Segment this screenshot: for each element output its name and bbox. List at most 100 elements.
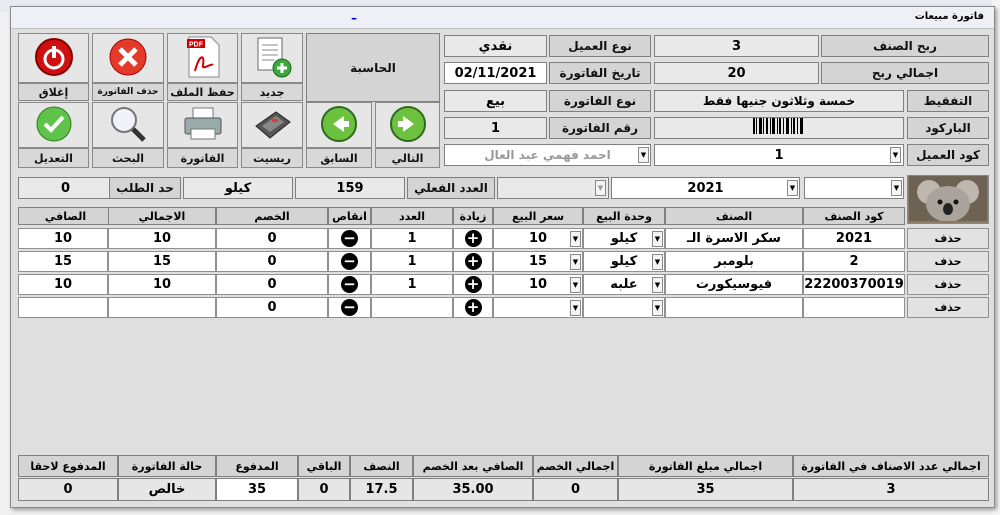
cell-discount[interactable]: 0	[216, 251, 328, 272]
next-button[interactable]	[375, 102, 440, 148]
cell-net[interactable]: 10	[18, 228, 108, 249]
previous-button[interactable]	[306, 102, 372, 148]
invoice-total-label: اجمالي مبلغ الفاتورة	[618, 455, 793, 477]
new-label[interactable]: جديد	[241, 83, 303, 101]
decrease-button[interactable]: −	[328, 228, 371, 249]
cell-total[interactable]	[108, 297, 216, 318]
minus-icon: −	[341, 299, 358, 316]
total-profit-value: 20	[654, 62, 819, 84]
invoice-type-value: بيع	[444, 90, 547, 112]
customer-name-select[interactable]: احمد فهمي عبد العال	[444, 144, 651, 166]
receipt-button[interactable]	[241, 102, 303, 148]
cell-code[interactable]: 22200370019	[803, 274, 905, 295]
next-label[interactable]: التالي	[375, 148, 440, 168]
printer-icon	[181, 105, 225, 146]
cell-item[interactable]	[665, 297, 803, 318]
chevron-down-icon[interactable]: ▼	[570, 254, 581, 270]
increase-button[interactable]: +	[453, 274, 493, 295]
cell-net[interactable]	[18, 297, 108, 318]
cell-total[interactable]: 10	[108, 274, 216, 295]
barcode-value	[654, 117, 904, 139]
search-button[interactable]	[92, 102, 164, 148]
save-file-button[interactable]: PDF	[167, 33, 238, 83]
cell-net[interactable]: 15	[18, 251, 108, 272]
remaining-label: الباقي	[298, 455, 350, 477]
decrease-button[interactable]: −	[328, 297, 371, 318]
arrow-right-icon	[389, 105, 427, 146]
cell-item[interactable]: سكر الاسرة الـ	[665, 228, 803, 249]
chevron-down-icon[interactable]: ▼	[652, 231, 663, 247]
receipt-label[interactable]: ريسيت	[241, 148, 303, 168]
cell-discount[interactable]: 0	[216, 274, 328, 295]
calculator-button[interactable]: الحاسبة	[306, 33, 440, 102]
cell-item[interactable]: فيوسيكورت	[665, 274, 803, 295]
col-increase-header: زيادة	[453, 207, 493, 225]
cell-net[interactable]: 10	[18, 274, 108, 295]
delete-row-button[interactable]: حذف	[907, 251, 989, 272]
new-document-icon	[252, 36, 292, 81]
invoice-status-label: حالة الفاتورة	[118, 455, 216, 477]
chevron-down-icon[interactable]: ▼	[891, 180, 902, 196]
minimize-button[interactable]: –	[351, 11, 357, 25]
year-select[interactable]: 2021	[611, 177, 800, 199]
cell-code[interactable]	[803, 297, 905, 318]
actual-count-label: العدد الفعلي	[407, 177, 495, 199]
delete-row-button[interactable]: حذف	[907, 228, 989, 249]
edit-button[interactable]	[18, 102, 89, 148]
customer-code-select[interactable]: 1	[654, 144, 904, 166]
new-button[interactable]	[241, 33, 303, 83]
chevron-down-icon[interactable]: ▼	[787, 180, 798, 196]
invoice-number-label: رقم الفاتورة	[549, 117, 651, 139]
chevron-down-icon[interactable]: ▼	[652, 300, 663, 316]
paid-input[interactable]: 35	[216, 478, 298, 501]
cell-code[interactable]: 2	[803, 251, 905, 272]
chevron-down-icon[interactable]: ▼	[652, 277, 663, 293]
cell-count[interactable]: 1	[371, 274, 453, 295]
cell-count[interactable]: 1	[371, 228, 453, 249]
customer-type-value: نقدي	[444, 35, 547, 57]
chevron-down-icon[interactable]: ▼	[570, 231, 581, 247]
edit-label[interactable]: التعديل	[18, 148, 89, 168]
search-label[interactable]: البحث	[92, 148, 164, 168]
cell-code[interactable]: 2021	[803, 228, 905, 249]
delete-invoice-label[interactable]: حذف الفاتورة	[92, 83, 164, 101]
col-total-header: الاجمالي	[108, 207, 216, 225]
delete-row-button[interactable]: حذف	[907, 274, 989, 295]
customer-type-label: نوع العميل	[549, 35, 651, 57]
invoice-print-button[interactable]	[167, 102, 238, 148]
cell-discount[interactable]: 0	[216, 297, 328, 318]
chevron-down-icon[interactable]: ▼	[570, 300, 581, 316]
total-discount-label: اجمالي الخصم	[533, 455, 618, 477]
save-file-label[interactable]: حفظ الملف	[167, 83, 238, 101]
cell-count[interactable]: 1	[371, 251, 453, 272]
group-select[interactable]	[804, 177, 904, 199]
col-item-header: الصنف	[665, 207, 803, 225]
chevron-down-icon[interactable]: ▼	[638, 147, 649, 163]
increase-button[interactable]: +	[453, 228, 493, 249]
cell-discount[interactable]: 0	[216, 228, 328, 249]
cell-total[interactable]: 15	[108, 251, 216, 272]
col-discount-header: الخصم	[216, 207, 328, 225]
previous-label[interactable]: السابق	[306, 148, 372, 168]
increase-button[interactable]: +	[453, 251, 493, 272]
invoice-label[interactable]: الفاتورة	[167, 148, 238, 168]
cell-item[interactable]: بلومبر	[665, 251, 803, 272]
cell-total[interactable]: 10	[108, 228, 216, 249]
close-button[interactable]	[18, 33, 89, 83]
category-select[interactable]	[497, 177, 609, 199]
increase-button[interactable]: +	[453, 297, 493, 318]
decrease-button[interactable]: −	[328, 251, 371, 272]
col-net-header: الصافي	[18, 207, 113, 225]
invoice-number-value: 1	[444, 117, 547, 139]
delete-row-button[interactable]: حذف	[907, 297, 989, 318]
total-discount-value: 0	[533, 478, 618, 501]
cell-count[interactable]	[371, 297, 453, 318]
invoice-date-field[interactable]: 02/11/2021	[444, 62, 547, 84]
chevron-down-icon[interactable]: ▼	[570, 277, 581, 293]
chevron-down-icon[interactable]: ▼	[652, 254, 663, 270]
close-label[interactable]: إغلاق	[18, 83, 89, 101]
chevron-down-icon[interactable]: ▼	[595, 180, 606, 196]
decrease-button[interactable]: −	[328, 274, 371, 295]
chevron-down-icon[interactable]: ▼	[890, 147, 901, 163]
delete-invoice-button[interactable]	[92, 33, 164, 83]
